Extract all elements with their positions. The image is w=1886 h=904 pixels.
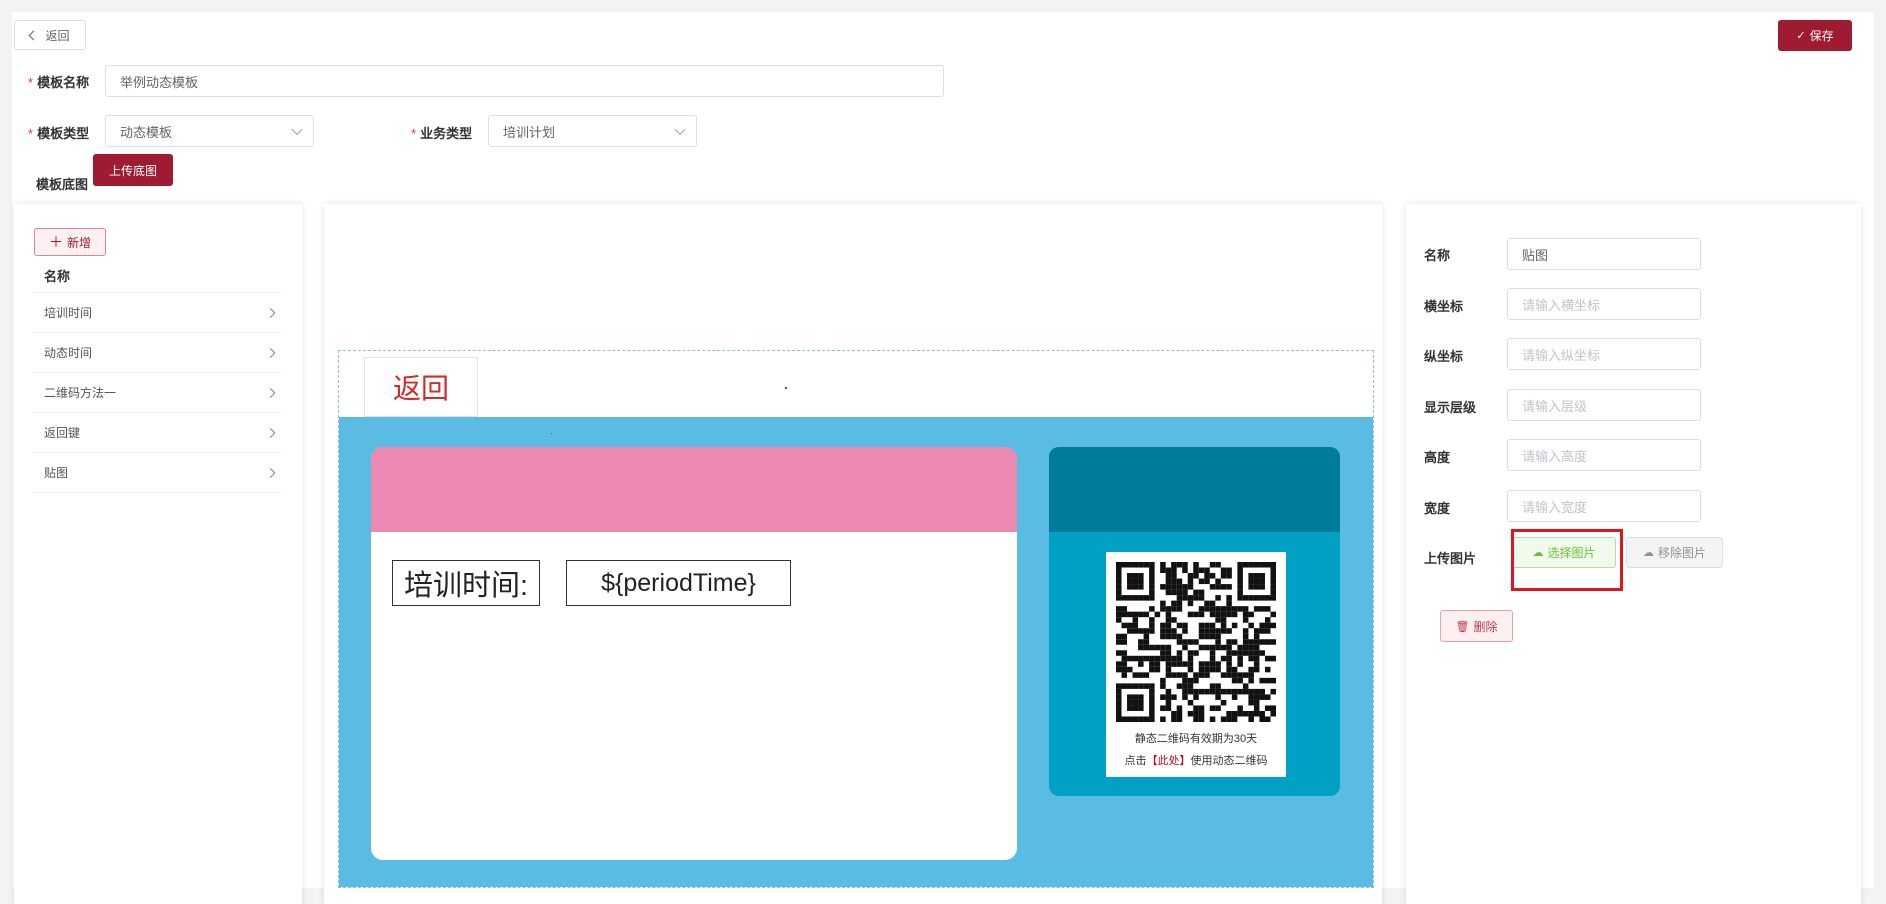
chevron-right-icon: [265, 427, 276, 438]
period-time-element[interactable]: ${periodTime}: [566, 560, 791, 606]
list-item-label: 培训时间: [44, 306, 93, 320]
plus-icon: ＋: [48, 234, 63, 250]
qr-link-suffix: 使用动态二维码: [1190, 755, 1268, 767]
list-item-label: 返回键: [44, 426, 81, 440]
canvas-back-element[interactable]: 返回: [364, 357, 478, 417]
prop-x-label: 横坐标: [1424, 299, 1464, 314]
prop-name-label: 名称: [1424, 248, 1451, 263]
training-time-label-element[interactable]: 培训时间:: [392, 560, 540, 606]
qr-link-line: 点击【此处】使用动态二维码: [1106, 752, 1286, 768]
chevron-right-icon: [265, 307, 276, 318]
qr-validity-text: 静态二维码有效期为30天: [1134, 733, 1258, 745]
prop-z-placeholder: 请输入层级: [1522, 398, 1588, 414]
template-type-value: 动态模板: [120, 124, 173, 140]
qr-link-prefix: 点击: [1124, 755, 1147, 767]
canvas-dot: [551, 433, 552, 434]
cloud-icon: ☁: [1642, 547, 1654, 559]
prop-z-label: 显示层级: [1424, 400, 1477, 415]
trash-icon: 🗑: [1455, 620, 1470, 633]
remove-image-button[interactable]: ☁ 移除图片: [1626, 537, 1723, 568]
prop-x-input[interactable]: 请输入横坐标: [1507, 288, 1701, 320]
remove-image-label: 移除图片: [1657, 546, 1706, 560]
chevron-right-icon: [265, 467, 276, 478]
prop-y-placeholder: 请输入纵坐标: [1522, 347, 1601, 363]
list-item[interactable]: 返回键: [34, 412, 282, 452]
prop-width-placeholder: 请输入宽度: [1522, 499, 1588, 515]
add-element-button[interactable]: ＋ 新增: [34, 228, 106, 256]
chevron-down-icon: [674, 123, 686, 136]
period-time-text: ${periodTime}: [601, 568, 756, 597]
canvas-dot: [785, 387, 787, 389]
business-type-label: * 业务类型: [411, 126, 473, 141]
qr-dynamic-link[interactable]: 【此处】: [1147, 755, 1191, 767]
element-list-panel: ＋ 新增 名称 培训时间 动态时间 二维码方法一 返回键 贴图: [14, 204, 302, 904]
highlight-box: [1511, 529, 1623, 591]
canvas-background: 培训时间: ${periodTime} 静态二维码有效期为30天 点击【此处】使…: [339, 417, 1373, 887]
qr-card: 静态二维码有效期为30天 点击【此处】使用动态二维码: [1049, 447, 1340, 796]
prop-width-label: 宽度: [1424, 501, 1451, 516]
element-list: 培训时间 动态时间 二维码方法一 返回键 贴图: [34, 292, 282, 493]
prop-y-label: 纵坐标: [1424, 349, 1464, 364]
prop-height-placeholder: 请输入高度: [1522, 448, 1588, 464]
template-type-select[interactable]: 动态模板: [105, 115, 314, 147]
delete-button[interactable]: 🗑 删除: [1440, 610, 1513, 642]
prop-width-input[interactable]: 请输入宽度: [1507, 490, 1701, 522]
qr-box: 静态二维码有效期为30天 点击【此处】使用动态二维码: [1106, 552, 1286, 777]
prop-height-input[interactable]: 请输入高度: [1507, 439, 1701, 471]
list-item[interactable]: 培训时间: [34, 292, 282, 332]
add-element-label: 新增: [66, 235, 91, 250]
prop-z-input[interactable]: 请输入层级: [1507, 389, 1701, 421]
template-canvas[interactable]: 返回 培训时间: ${periodTime} 静态二维码有效期为30天 点击【此…: [338, 350, 1374, 888]
template-name-input[interactable]: 举例动态模板: [105, 65, 944, 97]
prop-name-value: 贴图: [1522, 247, 1549, 263]
back-button[interactable]: 返回: [14, 20, 86, 50]
prop-height-label: 高度: [1424, 450, 1451, 465]
qr-code-image: [1116, 562, 1276, 722]
business-type-select[interactable]: 培训计划: [488, 115, 697, 147]
save-button-label: 保存: [1809, 29, 1834, 43]
chevron-right-icon: [265, 387, 276, 398]
info-card-header: [371, 447, 1017, 532]
prop-y-input[interactable]: 请输入纵坐标: [1507, 338, 1701, 370]
upload-background-button[interactable]: 上传底图: [93, 154, 173, 186]
qr-card-header: [1049, 447, 1340, 532]
template-type-label: * 模板类型: [28, 126, 90, 141]
delete-label: 删除: [1473, 619, 1498, 634]
check-icon: ✓: [1796, 30, 1806, 42]
template-name-label: * 模板名称: [28, 75, 90, 90]
canvas-back-text: 返回: [392, 373, 449, 404]
prop-upload-label: 上传图片: [1424, 551, 1477, 566]
prop-name-input[interactable]: 贴图: [1507, 238, 1701, 270]
business-type-value: 培训计划: [503, 124, 556, 140]
chevron-left-icon: [29, 30, 39, 40]
list-item[interactable]: 贴图: [34, 452, 282, 493]
list-item-label: 动态时间: [44, 346, 93, 360]
list-column-header: 名称: [44, 269, 71, 284]
info-card: 培训时间: ${periodTime}: [371, 447, 1017, 860]
list-item[interactable]: 二维码方法一: [34, 372, 282, 412]
training-time-label-text: 培训时间:: [403, 570, 529, 602]
list-item-label: 二维码方法一: [44, 386, 117, 400]
save-button[interactable]: ✓ 保存: [1778, 20, 1852, 51]
list-item[interactable]: 动态时间: [34, 332, 282, 372]
template-bg-label: 模板底图: [36, 177, 89, 192]
list-item-label: 贴图: [44, 466, 69, 480]
prop-x-placeholder: 请输入横坐标: [1522, 297, 1601, 313]
chevron-right-icon: [265, 347, 276, 358]
chevron-down-icon: [291, 123, 303, 136]
back-button-label: 返回: [45, 28, 70, 43]
template-name-value: 举例动态模板: [120, 74, 199, 90]
